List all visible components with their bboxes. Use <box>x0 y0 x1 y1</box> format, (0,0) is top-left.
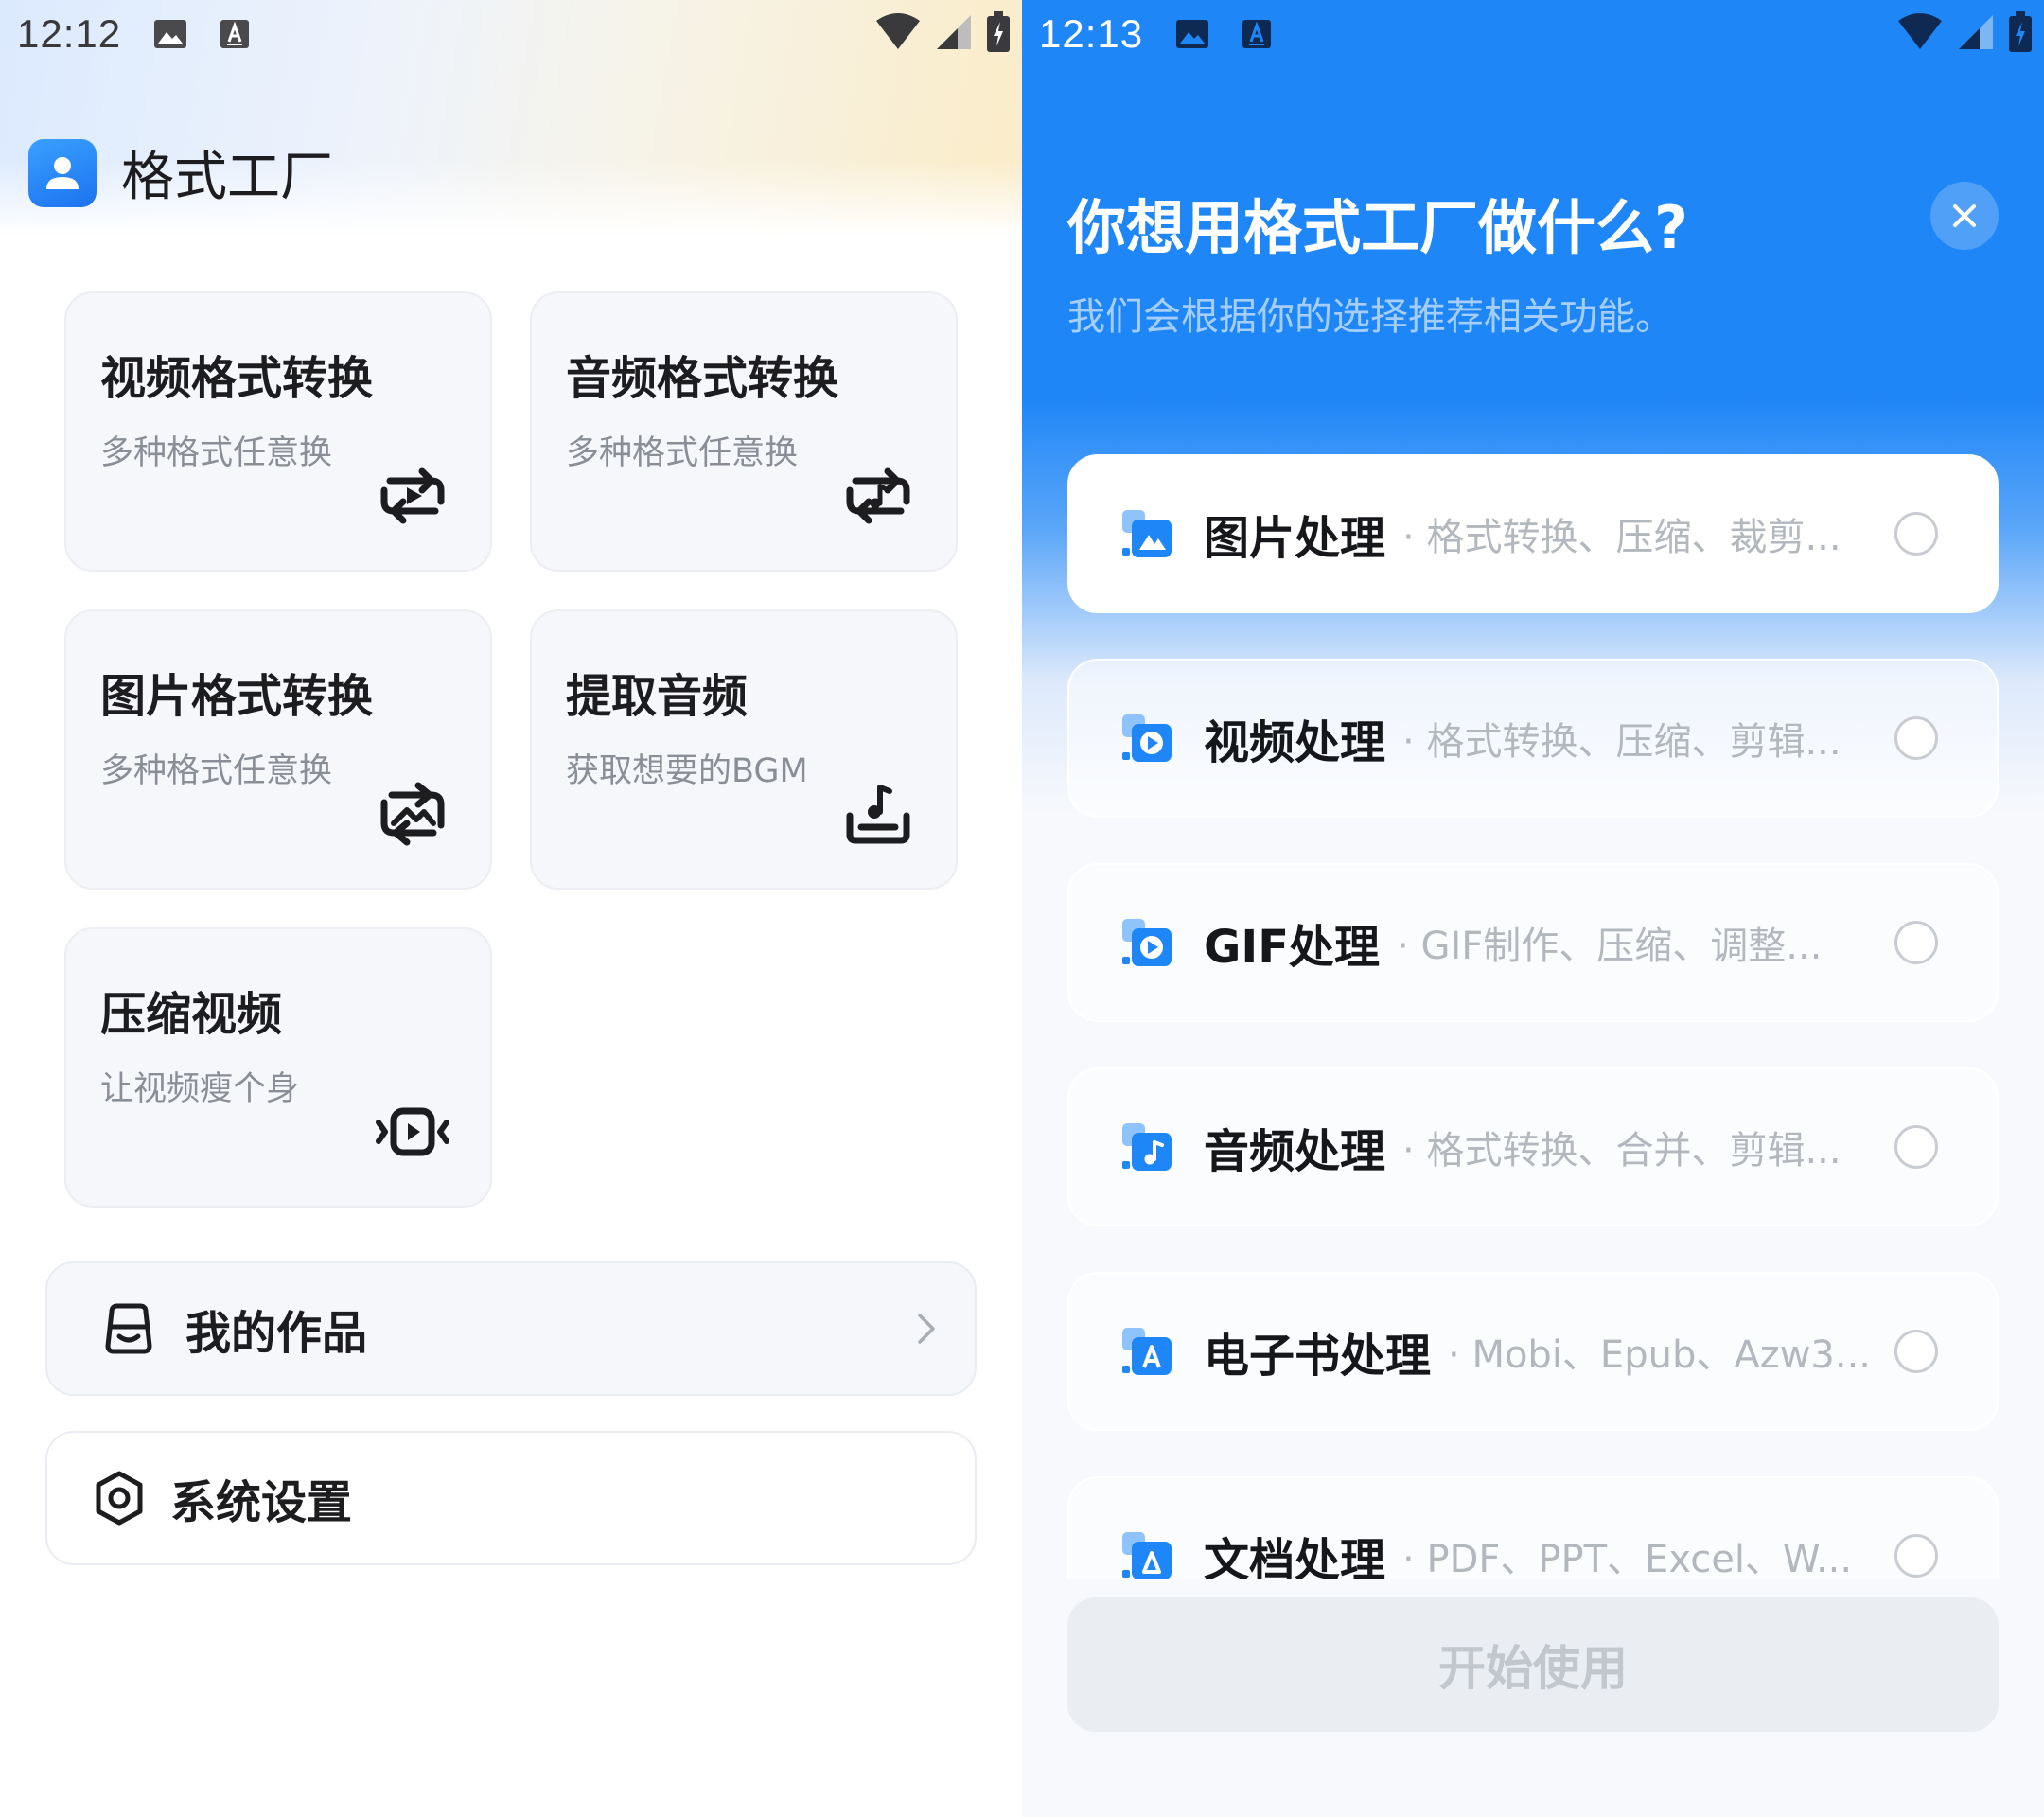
card-title: 视频格式转换 <box>100 352 374 405</box>
my-works-label: 我的作品 <box>185 1307 368 1360</box>
gallery-notification-icon <box>153 19 187 49</box>
card-video-convert[interactable]: 视频格式转换 多种格式任意换 <box>64 291 492 572</box>
image-convert-icon <box>380 782 445 846</box>
wifi-icon <box>874 13 922 55</box>
video-icon <box>1122 714 1172 762</box>
status-indicators <box>1896 0 2033 68</box>
card-compress-video[interactable]: 压缩视频 让视频瘦个身 <box>64 927 492 1208</box>
chevron-right-icon <box>918 1314 935 1344</box>
option-ebook-processing[interactable]: 电子书处理 · Mobi、Epub、Azw3... <box>1067 1272 1999 1431</box>
option-description: · PDF、PPT、Excel、W... <box>1402 1538 1853 1581</box>
option-radio[interactable] <box>1894 1534 1938 1578</box>
card-image-convert[interactable]: 图片格式转换 多种格式任意换 <box>64 609 492 890</box>
status-indicators <box>874 0 1011 68</box>
signal-icon <box>935 13 973 55</box>
ebook-icon <box>1122 1328 1172 1375</box>
extract-audio-icon <box>846 785 910 844</box>
status-bar: 12:12 <box>17 0 282 68</box>
option-image-processing[interactable]: 图片处理 · 格式转换、压缩、裁剪... <box>1067 454 1999 613</box>
option-radio[interactable] <box>1894 716 1938 760</box>
document-icon <box>1122 1532 1172 1579</box>
battery-icon <box>2008 11 2033 57</box>
status-time: 12:13 <box>1039 11 1144 56</box>
option-video-processing[interactable]: 视频处理 · 格式转换、压缩、剪辑... <box>1067 659 1999 818</box>
signal-icon <box>1957 13 1995 55</box>
option-description: · 格式转换、合并、剪辑... <box>1402 1129 1841 1173</box>
option-gif-processing[interactable]: GIF处理 · GIF制作、压缩、调整... <box>1067 863 1999 1022</box>
option-audio-processing[interactable]: 音频处理 · 格式转换、合并、剪辑... <box>1067 1067 1999 1226</box>
card-title: 压缩视频 <box>100 988 283 1041</box>
system-settings-label: 系统设置 <box>170 1476 353 1529</box>
settings-icon <box>96 1471 143 1526</box>
page-root: 12:12 格式工厂 视频格式转换 多种格式任意换 音频格式转换 多种格式任意换… <box>0 0 2044 1817</box>
start-button[interactable]: 开始使用 <box>1067 1597 1999 1732</box>
my-works-row[interactable]: 我的作品 <box>45 1261 977 1396</box>
close-button[interactable] <box>1930 182 1999 250</box>
app-logo-icon <box>28 138 97 207</box>
option-description: · Mobi、Epub、Azw3... <box>1448 1333 1872 1377</box>
option-title: GIF处理 <box>1204 921 1381 974</box>
card-extract-audio[interactable]: 提取音频 获取想要的BGM <box>530 609 958 890</box>
onboarding-question: 你想用格式工厂做什么? <box>1067 193 1688 262</box>
onboarding-hint: 我们会根据你的选择推荐相关功能。 <box>1067 295 1673 339</box>
option-description: · GIF制作、压缩、调整... <box>1397 925 1823 968</box>
keyboard-notification-icon <box>220 19 250 49</box>
option-description: · 格式转换、压缩、剪辑... <box>1402 720 1841 764</box>
card-title: 图片格式转换 <box>100 670 374 723</box>
option-title: 图片处理 <box>1204 512 1386 565</box>
option-description: · 格式转换、压缩、裁剪... <box>1402 516 1841 559</box>
close-icon <box>1953 204 1976 227</box>
home-screen: 12:12 格式工厂 视频格式转换 多种格式任意换 音频格式转换 多种格式任意换… <box>0 0 1022 1817</box>
card-subtitle: 多种格式任意换 <box>100 434 333 472</box>
card-subtitle: 让视频瘦个身 <box>100 1070 300 1108</box>
option-radio[interactable] <box>1894 512 1938 556</box>
option-title: 音频处理 <box>1204 1125 1386 1178</box>
option-radio[interactable] <box>1894 1330 1938 1373</box>
image-icon <box>1122 510 1172 557</box>
card-subtitle: 多种格式任意换 <box>566 434 799 472</box>
card-title: 提取音频 <box>566 670 749 723</box>
onboarding-screen: 12:13 你想用格式工厂做什么? 我们会根据你的选择推荐相关功能。 图片处理 … <box>1022 0 2044 1817</box>
battery-icon <box>986 11 1011 57</box>
card-title: 音频格式转换 <box>566 352 839 405</box>
works-box-icon <box>105 1303 152 1354</box>
audio-icon <box>1122 1123 1172 1171</box>
option-radio[interactable] <box>1894 921 1938 964</box>
compress-video-icon <box>376 1107 449 1156</box>
wifi-icon <box>1896 13 1944 55</box>
gallery-notification-icon <box>1175 19 1209 49</box>
audio-convert-icon <box>846 467 910 524</box>
app-name: 格式工厂 <box>121 147 333 208</box>
app-title-bar: 格式工厂 <box>28 134 333 211</box>
keyboard-notification-icon <box>1242 19 1272 49</box>
option-title: 视频处理 <box>1204 716 1386 769</box>
status-time: 12:12 <box>17 11 122 56</box>
card-subtitle: 获取想要的BGM <box>566 752 808 790</box>
card-subtitle: 多种格式任意换 <box>100 752 333 790</box>
system-settings-row[interactable]: 系统设置 <box>45 1431 977 1565</box>
video-convert-icon <box>380 467 445 524</box>
option-radio[interactable] <box>1894 1125 1938 1169</box>
card-audio-convert[interactable]: 音频格式转换 多种格式任意换 <box>530 291 958 572</box>
gif-icon <box>1122 919 1172 966</box>
status-bar: 12:13 <box>1039 0 1304 68</box>
option-title: 电子书处理 <box>1204 1330 1432 1383</box>
